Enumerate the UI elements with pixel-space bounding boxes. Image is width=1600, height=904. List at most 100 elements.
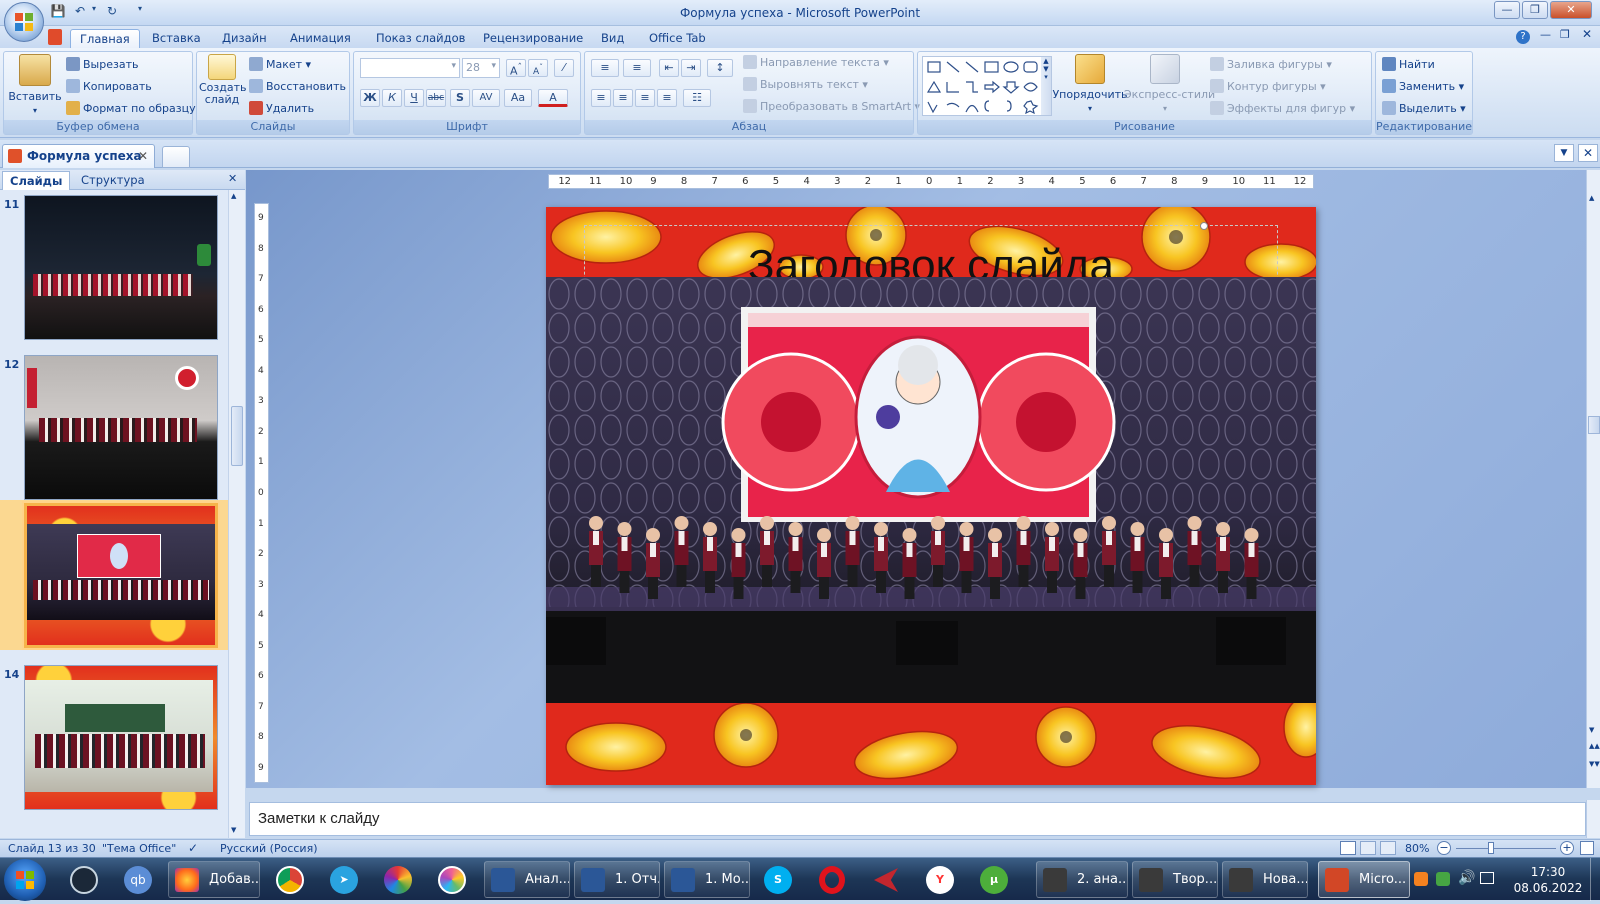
line-spacing-button[interactable]: ↕ bbox=[707, 59, 733, 77]
slide-canvas[interactable]: Заголовок слайда bbox=[546, 207, 1316, 785]
zoom-slider-track[interactable] bbox=[1456, 848, 1556, 849]
shape-fill-button[interactable]: Заливка фигуры ▾ bbox=[1210, 56, 1332, 74]
taskbar-word-1-button[interactable]: Анал... bbox=[484, 861, 570, 898]
picasa-taskbar-icon[interactable] bbox=[376, 862, 420, 898]
slide-sorter-icon[interactable] bbox=[1360, 841, 1376, 855]
replace-button[interactable]: Заменить ▾ bbox=[1382, 78, 1464, 96]
app-red-arrow-taskbar-icon[interactable] bbox=[864, 862, 908, 898]
font-name-combobox[interactable]: ▾ bbox=[360, 58, 460, 78]
convert-smartart-button[interactable]: Преобразовать в SmartArt ▾ bbox=[743, 98, 920, 116]
editor-scroll-thumb[interactable] bbox=[1588, 416, 1600, 434]
paste-button[interactable]: Вставить ▾ bbox=[8, 54, 62, 118]
shrink-font-button[interactable]: Aˇ bbox=[528, 59, 548, 77]
tab-design[interactable]: Дизайн bbox=[213, 29, 276, 48]
taskbar-firefox-button[interactable]: Добав... bbox=[168, 861, 260, 898]
rotate-handle[interactable] bbox=[1200, 222, 1208, 230]
italic-button[interactable]: К bbox=[382, 89, 402, 107]
doc-tab-close-icon[interactable]: ✕ bbox=[138, 145, 148, 167]
opera-taskbar-icon[interactable] bbox=[810, 862, 854, 898]
numbering-button[interactable]: ≡ bbox=[623, 59, 651, 77]
doc-tab-formula[interactable]: Формула успеха ✕ bbox=[2, 144, 155, 168]
editor-scroll-down-icon[interactable]: ▼ bbox=[1589, 726, 1594, 734]
shape-outline-button[interactable]: Контур фигуры ▾ bbox=[1210, 78, 1326, 96]
shapes-gallery[interactable]: ▲ ▼ ▾ bbox=[922, 56, 1052, 116]
bullets-button[interactable]: ≡ bbox=[591, 59, 619, 77]
shape-effects-button[interactable]: Эффекты для фигур ▾ bbox=[1210, 100, 1355, 118]
bold-button[interactable]: Ж bbox=[360, 89, 380, 107]
find-button[interactable]: Найти bbox=[1382, 56, 1435, 74]
tab-view[interactable]: Вид bbox=[592, 29, 633, 48]
tab-office-tab[interactable]: Office Tab bbox=[640, 29, 715, 48]
delete-slide-button[interactable]: Удалить bbox=[249, 100, 314, 118]
tab-outline[interactable]: Структура bbox=[74, 171, 152, 190]
steam-taskbar-icon[interactable] bbox=[62, 862, 106, 898]
fit-to-window-icon[interactable] bbox=[1580, 841, 1594, 855]
qbittorrent-taskbar-icon[interactable]: qb bbox=[116, 862, 160, 898]
text-direction-button[interactable]: Направление текста ▾ bbox=[743, 54, 889, 72]
tab-home[interactable]: Главная bbox=[70, 29, 140, 48]
format-painter-button[interactable]: Формат по образцу bbox=[66, 100, 196, 118]
start-button[interactable] bbox=[4, 859, 46, 901]
close-all-tabs-icon[interactable]: ✕ bbox=[1578, 144, 1598, 162]
notes-pane[interactable]: Заметки к слайду bbox=[249, 802, 1586, 836]
previous-slide-icon[interactable]: ▲▲ bbox=[1589, 742, 1600, 750]
columns-button[interactable]: ☷ bbox=[683, 89, 711, 107]
font-color-button[interactable]: A bbox=[538, 89, 568, 107]
telegram-taskbar-icon[interactable]: ➤ bbox=[322, 862, 366, 898]
normal-view-icon[interactable] bbox=[1340, 841, 1356, 855]
copy-button[interactable]: Копировать bbox=[66, 78, 152, 96]
tray-volume-icon[interactable]: 🔊 bbox=[1458, 870, 1475, 886]
tab-slides[interactable]: Слайды bbox=[2, 171, 71, 190]
title-placeholder[interactable]: Заголовок слайда bbox=[584, 222, 1278, 290]
stage-photo[interactable] bbox=[546, 277, 1316, 703]
utorrent-taskbar-icon[interactable]: µ bbox=[972, 862, 1016, 898]
underline-button[interactable]: Ч bbox=[404, 89, 424, 107]
taskbar-word-2-button[interactable]: 1. Отч... bbox=[574, 861, 660, 898]
office-button[interactable] bbox=[4, 2, 44, 42]
layout-button[interactable]: Макет ▾ bbox=[249, 56, 311, 74]
yandex-taskbar-icon[interactable]: Y bbox=[918, 862, 962, 898]
chrome-taskbar-icon[interactable] bbox=[268, 862, 312, 898]
ribbon-close-icon[interactable]: ✕ bbox=[1582, 27, 1592, 41]
taskbar-window-1-button[interactable]: 2. ана... bbox=[1036, 861, 1128, 898]
clear-format-button[interactable]: ⁄ bbox=[554, 59, 574, 77]
taskbar-powerpoint-button[interactable]: Micro... bbox=[1318, 861, 1410, 898]
slide-thumbnail-12[interactable] bbox=[24, 355, 218, 500]
select-button[interactable]: Выделить ▾ bbox=[1382, 100, 1466, 118]
tab-review[interactable]: Рецензирование bbox=[474, 29, 592, 48]
zoom-out-icon[interactable]: − bbox=[1437, 841, 1451, 855]
minimize-button[interactable]: — bbox=[1494, 1, 1520, 19]
camera-app-taskbar-icon[interactable] bbox=[430, 862, 474, 898]
help-icon[interactable]: ? bbox=[1516, 30, 1530, 44]
zoom-in-icon[interactable]: + bbox=[1560, 841, 1574, 855]
zoom-level[interactable]: 80% bbox=[1405, 842, 1429, 855]
reset-button[interactable]: Восстановить bbox=[249, 78, 346, 96]
tab-animation[interactable]: Анимация bbox=[281, 29, 360, 48]
slide-thumbnail-11[interactable] bbox=[24, 195, 218, 340]
justify-button[interactable]: ≡ bbox=[657, 89, 677, 107]
quick-styles-button[interactable]: Экспресс-стили ▾ bbox=[1124, 54, 1215, 120]
align-left-button[interactable]: ≡ bbox=[591, 89, 611, 107]
char-spacing-button[interactable]: AV bbox=[472, 89, 500, 107]
slideshow-view-icon[interactable] bbox=[1380, 841, 1396, 855]
decrease-indent-button[interactable]: ⇤ bbox=[659, 59, 679, 77]
shapes-gallery-scroll[interactable]: ▲ ▼ ▾ bbox=[1041, 57, 1051, 115]
tab-insert[interactable]: Вставка bbox=[143, 29, 210, 48]
ribbon-minimize-icon[interactable]: — bbox=[1540, 28, 1551, 41]
taskbar-window-2-button[interactable]: Твор... bbox=[1132, 861, 1218, 898]
language-indicator[interactable]: Русский (Россия) bbox=[220, 842, 318, 855]
next-slide-icon[interactable]: ▼▼ bbox=[1589, 760, 1600, 768]
align-right-button[interactable]: ≡ bbox=[635, 89, 655, 107]
notes-scrollbar[interactable] bbox=[1586, 800, 1600, 838]
skype-taskbar-icon[interactable]: S bbox=[756, 862, 800, 898]
tray-clock[interactable]: 17:30 08.06.2022 bbox=[1510, 864, 1586, 896]
scroll-down-icon[interactable]: ▼ bbox=[231, 826, 236, 834]
taskbar-window-3-button[interactable]: Нова... bbox=[1222, 861, 1308, 898]
change-case-button[interactable]: Aa bbox=[504, 89, 532, 107]
align-text-button[interactable]: Выровнять текст ▾ bbox=[743, 76, 868, 94]
tab-slideshow[interactable]: Показ слайдов bbox=[367, 29, 474, 48]
grow-font-button[interactable]: Aˆ bbox=[506, 59, 526, 78]
show-desktop-button[interactable] bbox=[1590, 858, 1600, 901]
editor-scroll-up-icon[interactable]: ▲ bbox=[1589, 194, 1594, 202]
tray-network-icon[interactable] bbox=[1480, 872, 1494, 884]
